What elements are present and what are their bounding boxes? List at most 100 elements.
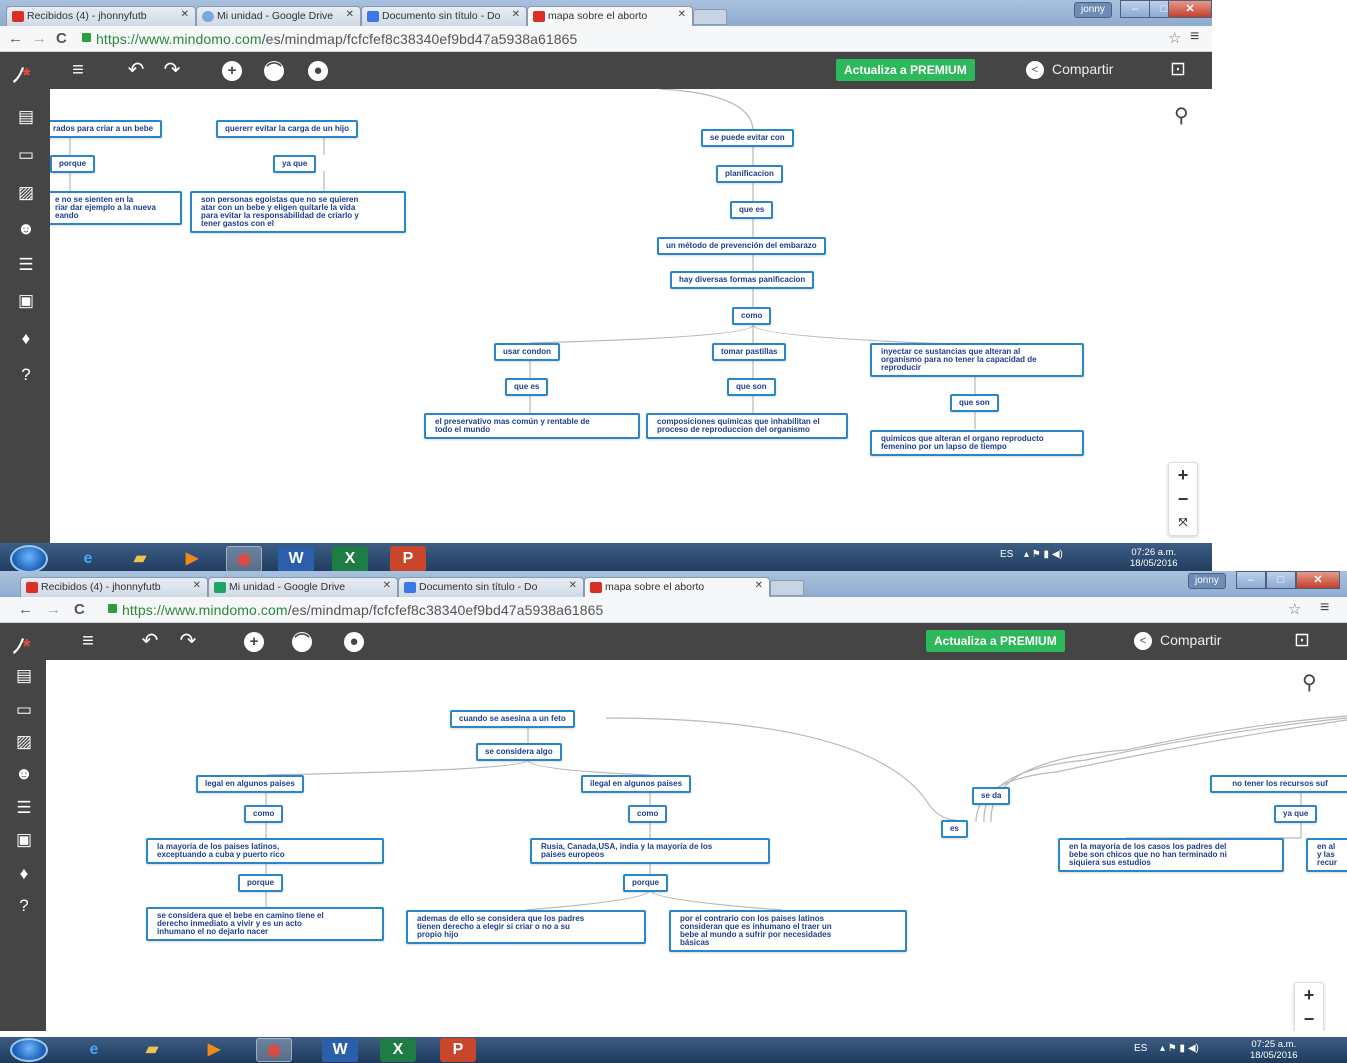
redo-icon[interactable]: ↷ — [176, 630, 200, 652]
mindmap-canvas[interactable]: cuando se asesina a un feto se considera… — [46, 660, 1347, 1031]
mindmap-node[interactable]: en la mayoría de los casos los padres de… — [1058, 838, 1284, 872]
mindmap-node[interactable]: composiciones quimicas que inhabilitan e… — [646, 413, 848, 439]
mindmap-node[interactable]: planificacion — [716, 165, 783, 183]
tab-gmail[interactable]: Recibidos (4) - jhonnyfutb ✕ — [6, 6, 196, 26]
close-icon[interactable]: ✕ — [181, 9, 189, 20]
mindmap-node[interactable]: inyectar ce sustancias que alteran al or… — [870, 343, 1084, 377]
redo-icon[interactable]: ↷ — [160, 59, 184, 81]
fit-screen-button[interactable]: ⤧ — [1169, 511, 1197, 535]
user-profile-button[interactable]: jonny — [1188, 573, 1226, 589]
mindmap-node[interactable]: es — [941, 820, 968, 838]
minimize-button[interactable]: – — [1236, 571, 1266, 589]
link-icon[interactable]: ▭ — [14, 700, 34, 720]
mindmap-node[interactable]: como — [244, 805, 284, 823]
back-arrow-icon[interactable]: ← — [18, 601, 33, 618]
explorer-icon[interactable]: ▰ — [122, 546, 158, 572]
help-icon[interactable]: ? — [16, 365, 36, 385]
browser-menu-icon[interactable]: ≡ — [1190, 28, 1199, 46]
mindmap-node[interactable]: cuando se asesina a un feto — [450, 710, 575, 728]
mindmap-node[interactable]: que es — [730, 201, 774, 219]
mindmap-node[interactable]: quimicos que alteran el organo reproduct… — [870, 430, 1084, 456]
word-icon[interactable]: W — [322, 1038, 358, 1062]
mindmap-node[interactable]: ya que — [273, 155, 317, 173]
close-icon[interactable]: ✕ — [346, 9, 354, 20]
mindmap-node[interactable]: ademas de ello se considera que los padr… — [406, 910, 646, 944]
mindmap-node[interactable]: porque — [238, 874, 284, 892]
chrome-icon[interactable]: ◉ — [226, 546, 262, 572]
close-icon[interactable]: ✕ — [193, 580, 201, 591]
user-profile-button[interactable]: jonny — [1074, 2, 1112, 18]
zoom-in-button[interactable]: + — [1295, 983, 1323, 1007]
mindmap-node[interactable]: no tener los recursos suf — [1210, 775, 1347, 793]
mindmap-node[interactable]: son personas egoistas que no se quieren … — [190, 191, 406, 233]
help-icon[interactable]: ? — [14, 896, 34, 916]
link-icon[interactable]: ▭ — [16, 145, 36, 165]
excel-icon[interactable]: X — [380, 1038, 416, 1062]
language-indicator[interactable]: ES — [1000, 549, 1013, 560]
notes-icon[interactable]: ☰ — [16, 255, 36, 275]
mindmap-node[interactable]: que son — [950, 394, 999, 412]
palette-icon[interactable]: ● — [308, 61, 328, 81]
add-topic-icon[interactable]: + — [222, 61, 242, 81]
mindmap-node[interactable]: rados para criar a un bebe — [50, 120, 163, 138]
mindmap-canvas[interactable]: rados para criar a un bebe quererr evita… — [50, 89, 1212, 543]
forward-arrow-icon[interactable]: → — [46, 601, 61, 618]
zoom-out-button[interactable]: − — [1295, 1007, 1323, 1031]
new-tab-button[interactable] — [770, 580, 804, 596]
system-clock[interactable]: 07:26 a.m. 18/05/2016 — [1130, 547, 1178, 569]
language-indicator[interactable]: ES — [1134, 1043, 1147, 1054]
system-clock[interactable]: 07:25 a.m. 18/05/2016 — [1250, 1039, 1298, 1061]
tray-icons[interactable]: ▴ ⚑ ▮ ◀) — [1024, 549, 1063, 560]
tab-drive[interactable]: Mi unidad - Google Drive ✕ — [208, 577, 398, 597]
tray-icons[interactable]: ▴ ⚑ ▮ ◀) — [1160, 1043, 1199, 1054]
browser-menu-icon[interactable]: ≡ — [1320, 599, 1329, 617]
bulb-icon[interactable]: ♦ — [14, 864, 34, 884]
share-button[interactable]: < Compartir — [1026, 61, 1113, 80]
close-icon[interactable]: ✕ — [569, 580, 577, 591]
chrome-icon[interactable]: ◉ — [256, 1038, 292, 1062]
presentation-icon[interactable]: ⊡ — [1294, 629, 1310, 652]
minimize-button[interactable]: – — [1120, 0, 1150, 18]
new-tab-button[interactable] — [693, 9, 727, 25]
tab-gmail[interactable]: Recibidos (4) - jhonnyfutb ✕ — [20, 577, 208, 597]
mindmap-node[interactable]: un método de prevención del embarazo — [657, 237, 826, 255]
hamburger-menu-icon[interactable]: ≡ — [66, 59, 90, 81]
mindmap-node[interactable]: e no se sienten en la riar dar ejemplo a… — [50, 191, 182, 225]
emoji-icon[interactable]: ☻ — [16, 219, 36, 239]
presentation-icon[interactable]: ⊡ — [1170, 58, 1186, 81]
maximize-button[interactable]: □ — [1266, 571, 1296, 589]
media-player-icon[interactable]: ▶ — [174, 546, 210, 572]
powerpoint-icon[interactable]: P — [390, 546, 426, 572]
ie-icon[interactable]: e — [76, 1038, 112, 1062]
mindmap-node[interactable]: en al y las recur — [1306, 838, 1347, 872]
comments-icon[interactable]: ▣ — [16, 291, 36, 311]
mindmap-node[interactable]: usar condon — [494, 343, 561, 361]
reload-icon[interactable]: C — [74, 601, 85, 618]
relationship-icon[interactable]: ⌒ — [264, 61, 284, 81]
powerpoint-icon[interactable]: P — [440, 1038, 476, 1062]
mindmap-node[interactable]: como — [732, 307, 772, 325]
image-icon[interactable]: ▨ — [14, 732, 34, 752]
start-button[interactable] — [10, 545, 48, 573]
mindmap-node[interactable]: porque — [50, 155, 96, 173]
search-icon[interactable]: ⚲ — [1302, 670, 1317, 695]
mindmap-node[interactable]: que es — [505, 378, 549, 396]
mindmap-node[interactable]: ya que — [1274, 805, 1318, 823]
forward-arrow-icon[interactable]: → — [32, 30, 47, 47]
search-icon[interactable]: ⚲ — [1174, 103, 1189, 128]
zoom-out-button[interactable]: − — [1169, 487, 1197, 511]
mindmap-node[interactable]: se da — [972, 787, 1011, 805]
mindmap-node[interactable]: como — [628, 805, 668, 823]
relationship-icon[interactable]: ⌒ — [292, 632, 312, 652]
add-topic-icon[interactable]: + — [244, 632, 264, 652]
notes-icon[interactable]: ☰ — [14, 798, 34, 818]
url-field[interactable]: https://www.mindomo.com/es/mindmap/fcfcf… — [96, 31, 577, 47]
image-icon[interactable]: ▨ — [16, 183, 36, 203]
mindmap-node[interactable]: que son — [727, 378, 776, 396]
window-close-button[interactable]: ✕ — [1296, 571, 1340, 589]
upgrade-premium-button[interactable]: Actualiza a PREMIUM — [926, 630, 1065, 652]
excel-icon[interactable]: X — [332, 546, 368, 572]
zoom-in-button[interactable]: + — [1169, 463, 1197, 487]
mindmap-node[interactable]: hay diversas formas panificacion — [670, 271, 815, 289]
mindmap-node[interactable]: el preservativo mas común y rentable de … — [424, 413, 640, 439]
